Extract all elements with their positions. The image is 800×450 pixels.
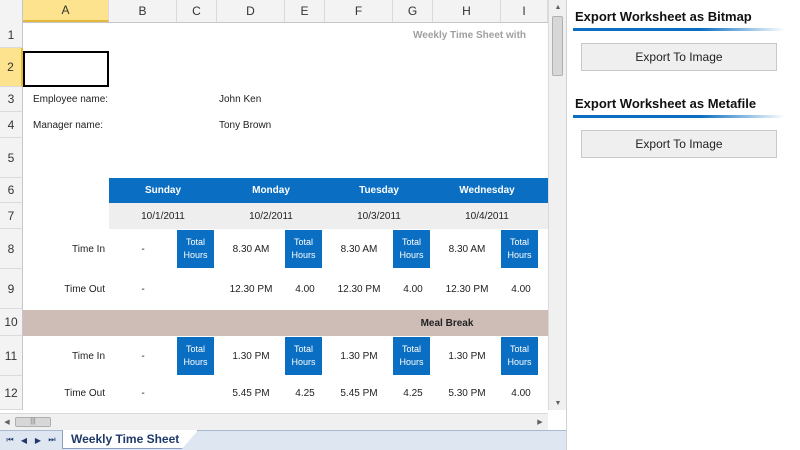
time-in-label: Time In (72, 243, 105, 255)
total-wednesday[interactable]: 4.00 (501, 269, 541, 309)
export-metafile-button[interactable]: Export To Image (581, 130, 777, 158)
time-out2-tuesday[interactable]: 5.45 PM (325, 376, 393, 410)
horizontal-scrollbar[interactable]: ◀ ||| ▶ (0, 413, 548, 430)
export-panel: Export Worksheet as Bitmap Export To Ima… (566, 0, 800, 450)
total-hours-box2-sunday: Total Hours (177, 337, 214, 375)
spreadsheet-area: A B C D E F G H I 1 2 3 4 5 6 7 8 9 10 1… (0, 0, 566, 450)
row-header-11[interactable]: 11 (0, 336, 23, 376)
column-header-b[interactable]: B (109, 0, 177, 22)
date-monday: 10/2/2011 (249, 210, 293, 222)
column-header-a[interactable]: A (23, 0, 109, 22)
metafile-section-underline (573, 115, 785, 118)
vertical-scroll-thumb[interactable] (552, 16, 563, 76)
time-out-tuesday[interactable]: 12.30 PM (325, 269, 393, 309)
total-hours-box-sunday: Total Hours (177, 230, 214, 268)
day-header-sunday: Sunday (109, 178, 217, 203)
column-header-h[interactable]: H (433, 0, 501, 22)
total-monday[interactable]: 4.00 (285, 269, 325, 309)
total-hours-box2-monday: Total Hours (285, 337, 322, 375)
scroll-up-icon[interactable]: ▲ (549, 0, 567, 14)
vertical-scrollbar[interactable]: ▲ ▼ (548, 0, 566, 410)
employee-name-value[interactable]: John Ken (219, 87, 339, 112)
date-tuesday: 10/3/2011 (357, 210, 401, 222)
row-header-6[interactable]: 6 (0, 178, 23, 203)
metafile-section-title: Export Worksheet as Metafile (575, 96, 757, 111)
total2-tuesday[interactable]: 4.25 (393, 376, 433, 410)
meal-break-label: Meal Break (420, 317, 474, 329)
date-wednesday: 10/4/2011 (465, 210, 509, 222)
scroll-left-icon[interactable]: ◀ (0, 414, 14, 430)
selected-cell-a2[interactable] (23, 51, 109, 87)
time-out-label: Time Out (64, 283, 105, 295)
total-hours-box2-wednesday: Total Hours (501, 337, 538, 375)
bitmap-section-underline (573, 28, 785, 31)
row-header-3[interactable]: 3 (0, 87, 23, 112)
total-tuesday[interactable]: 4.00 (393, 269, 433, 309)
row-header-2[interactable]: 2 (0, 48, 23, 87)
previous-sheet-icon[interactable]: ◀ (19, 434, 29, 446)
row-header-4[interactable]: 4 (0, 112, 23, 138)
row-header-7[interactable]: 7 (0, 203, 23, 229)
time-out2-wednesday[interactable]: 5.30 PM (433, 376, 501, 410)
column-header-g[interactable]: G (393, 0, 433, 22)
total-hours-box2-tuesday: Total Hours (393, 337, 430, 375)
row-header-12[interactable]: 12 (0, 376, 23, 410)
total-hours-box-monday: Total Hours (285, 230, 322, 268)
column-header-e[interactable]: E (285, 0, 325, 22)
row-header-5[interactable]: 5 (0, 138, 23, 178)
time-in-label-2: Time In (72, 350, 105, 362)
row-header-8[interactable]: 8 (0, 229, 23, 269)
time-in-tuesday[interactable]: 8.30 AM (325, 229, 393, 269)
time-in-sunday[interactable]: - (109, 229, 177, 269)
time-in2-wednesday[interactable]: 1.30 PM (433, 336, 501, 376)
last-sheet-icon[interactable]: ⏭ (47, 434, 57, 446)
scroll-right-icon[interactable]: ▶ (533, 414, 547, 430)
next-sheet-icon[interactable]: ▶ (33, 434, 43, 446)
sheet-tab-bar: ⏮ ◀ ▶ ⏭ Weekly Time Sheet (0, 430, 566, 450)
total-hours-box-tuesday: Total Hours (393, 230, 430, 268)
time-in-monday[interactable]: 8.30 AM (217, 229, 285, 269)
day-header-monday: Monday (217, 178, 325, 203)
export-bitmap-button[interactable]: Export To Image (581, 43, 777, 71)
column-headers: A B C D E F G H I (0, 0, 548, 23)
total-hours-box-wednesday: Total Hours (501, 230, 538, 268)
time-in2-monday[interactable]: 1.30 PM (217, 336, 285, 376)
row-header-10[interactable]: 10 (0, 309, 23, 336)
time-in2-tuesday[interactable]: 1.30 PM (325, 336, 393, 376)
time-in-wednesday[interactable]: 8.30 AM (433, 229, 501, 269)
sheet-tab-weekly-time-sheet[interactable]: Weekly Time Sheet (62, 430, 199, 449)
total2-wednesday[interactable]: 4.00 (501, 376, 541, 410)
time-in2-sunday[interactable]: - (109, 336, 177, 376)
date-sunday: 10/1/2011 (141, 210, 185, 222)
first-sheet-icon[interactable]: ⏮ (5, 434, 15, 446)
column-header-d[interactable]: D (217, 0, 285, 22)
select-all-corner[interactable] (0, 0, 23, 22)
scroll-down-icon[interactable]: ▼ (549, 396, 567, 410)
time-out-monday[interactable]: 12.30 PM (217, 269, 285, 309)
manager-name-label: Manager name: (33, 119, 104, 131)
column-header-f[interactable]: F (325, 0, 393, 22)
bitmap-section-title: Export Worksheet as Bitmap (575, 9, 752, 24)
time-out-sunday[interactable]: - (109, 269, 177, 309)
time-out-label-2: Time Out (64, 387, 105, 399)
sheet-title: Weekly Time Sheet with (413, 29, 527, 41)
employee-name-label: Employee name: (33, 94, 109, 105)
column-header-i[interactable]: I (501, 0, 548, 22)
day-header-wednesday: Wednesday (433, 178, 541, 203)
time-out2-sunday[interactable]: - (109, 376, 177, 410)
column-header-c[interactable]: C (177, 0, 217, 22)
time-out2-monday[interactable]: 5.45 PM (217, 376, 285, 410)
time-out-wednesday[interactable]: 12.30 PM (433, 269, 501, 309)
total2-monday[interactable]: 4.25 (285, 376, 325, 410)
day-header-tuesday: Tuesday (325, 178, 433, 203)
manager-name-value[interactable]: Tony Brown (219, 112, 339, 138)
row-header-1[interactable]: 1 (0, 22, 23, 48)
horizontal-scroll-thumb[interactable]: ||| (15, 417, 51, 427)
row-header-9[interactable]: 9 (0, 269, 23, 309)
worksheet-grid[interactable]: Weekly Time Sheet with Employee name: Jo… (23, 22, 548, 410)
